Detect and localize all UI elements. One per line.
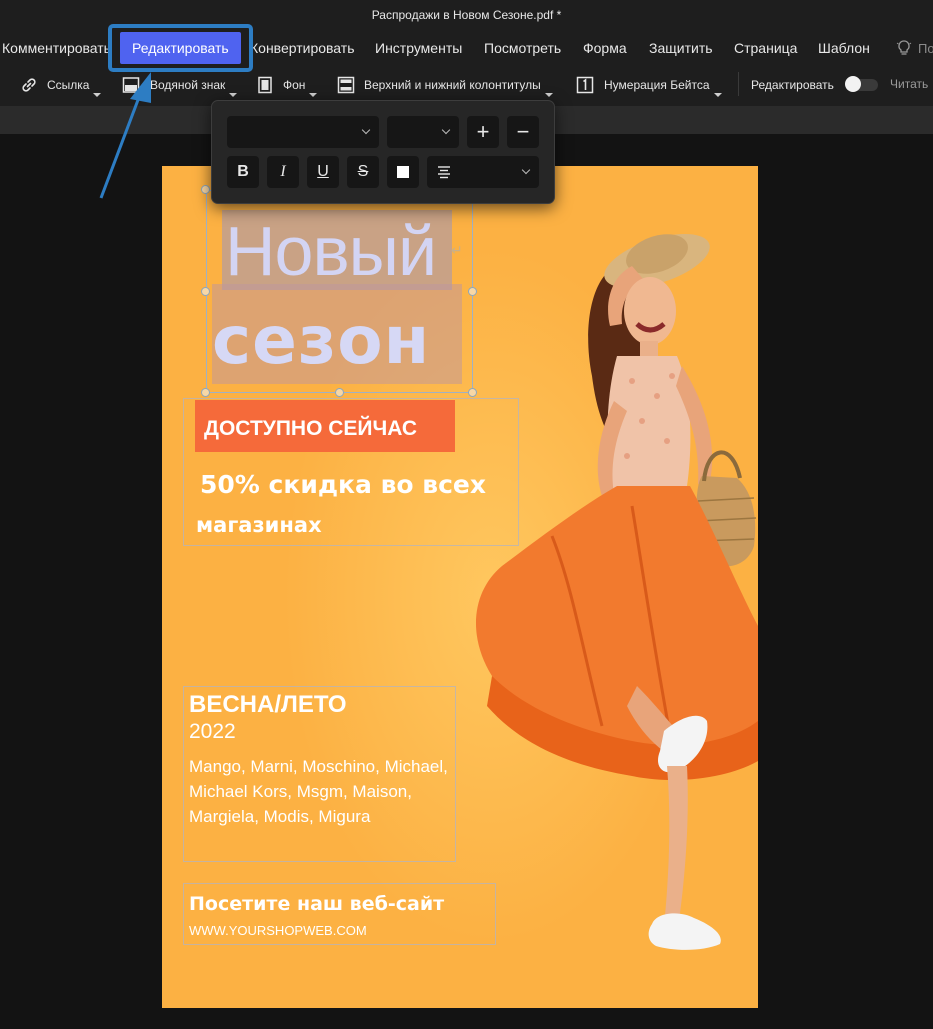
chevron-down-icon — [361, 125, 371, 135]
edit-read-toggle[interactable] — [845, 76, 878, 92]
link-label: Ссылка — [47, 78, 90, 92]
background-label: Фон — [283, 78, 306, 92]
resize-handle[interactable] — [201, 388, 210, 397]
header-footer-icon — [337, 76, 355, 94]
text-color-button[interactable] — [387, 156, 419, 188]
underline-button[interactable]: U — [307, 156, 339, 188]
bates-tool[interactable]: Нумерация Бейтса — [576, 64, 722, 106]
edit-mode-label[interactable]: Редактировать — [751, 64, 834, 106]
toolbar-divider — [738, 72, 739, 96]
brand-list[interactable]: Mango, Marni, Moschino, Michael, Michael… — [189, 754, 457, 829]
menu-view[interactable]: Посмотреть — [484, 40, 561, 56]
available-now-text[interactable]: ДОСТУПНО СЕЙЧАС — [204, 417, 417, 441]
decrease-size-button[interactable]: − — [507, 116, 539, 148]
menu-page[interactable]: Страница — [734, 40, 797, 56]
resize-handle[interactable] — [335, 388, 344, 397]
chevron-down-icon — [441, 125, 451, 135]
menu-comment[interactable]: Комментировать — [2, 40, 111, 56]
resize-handle[interactable] — [468, 287, 477, 296]
italic-button[interactable]: I — [267, 156, 299, 188]
bates-label: Нумерация Бейтса — [604, 78, 710, 92]
discount-line-2[interactable]: магазинах — [196, 513, 322, 537]
text-selection-box[interactable] — [206, 190, 473, 393]
align-center-icon — [437, 165, 451, 184]
bold-button[interactable]: B — [227, 156, 259, 188]
font-size-select[interactable] — [387, 116, 459, 148]
alignment-select[interactable] — [427, 156, 539, 188]
lightbulb-icon[interactable] — [896, 39, 912, 57]
season-year[interactable]: 2022 — [189, 720, 236, 744]
menu-convert[interactable]: Конвертировать — [250, 40, 355, 56]
resize-handle[interactable] — [201, 185, 210, 194]
chevron-down-icon — [521, 165, 531, 175]
window-title: Распродажи в Новом Сезоне.pdf * — [371, 8, 562, 22]
read-mode-label[interactable]: Читать — [890, 77, 928, 91]
text-format-popup: + − B I U S — [211, 100, 555, 204]
background-icon — [256, 76, 274, 94]
tutorial-highlight-box — [108, 24, 253, 72]
menu-protect[interactable]: Защитить — [649, 40, 713, 56]
visit-website-text[interactable]: Посетите наш веб-сайт — [189, 893, 444, 915]
link-tool[interactable]: Ссылка — [20, 64, 102, 106]
watermark-label: Водяной знак — [150, 78, 226, 92]
increase-size-button[interactable]: + — [467, 116, 499, 148]
website-url[interactable]: WWW.YOURSHOPWEB.COM — [189, 923, 367, 938]
color-swatch-icon — [397, 166, 409, 178]
pdf-page[interactable]: Новый сезон ↵ ДОСТУПНО СЕЙЧАС 50% скидка… — [162, 166, 758, 1008]
font-family-select[interactable] — [227, 116, 379, 148]
chevron-down-icon — [713, 93, 722, 97]
bates-numbering-icon — [576, 76, 594, 94]
link-icon — [20, 76, 38, 94]
toggle-knob — [845, 76, 861, 92]
menu-template[interactable]: Шаблон — [818, 40, 870, 56]
chevron-down-icon — [93, 93, 102, 97]
menu-tools[interactable]: Инструменты — [375, 40, 462, 56]
resize-handle[interactable] — [468, 388, 477, 397]
discount-line-1[interactable]: 50% скидка во всех — [200, 470, 486, 499]
chevron-down-icon — [229, 93, 238, 97]
menu-form[interactable]: Форма — [583, 40, 627, 56]
season-title[interactable]: ВЕСНА/ЛЕТО — [189, 691, 347, 719]
resize-handle[interactable] — [201, 287, 210, 296]
header-footer-label: Верхний и нижний колонтитулы — [364, 78, 541, 92]
chevron-down-icon — [544, 93, 553, 97]
strikethrough-button[interactable]: S — [347, 156, 379, 188]
menu-truncated-item[interactable]: По — [918, 41, 933, 56]
chevron-down-icon — [309, 93, 318, 97]
watermark-icon — [122, 76, 140, 94]
